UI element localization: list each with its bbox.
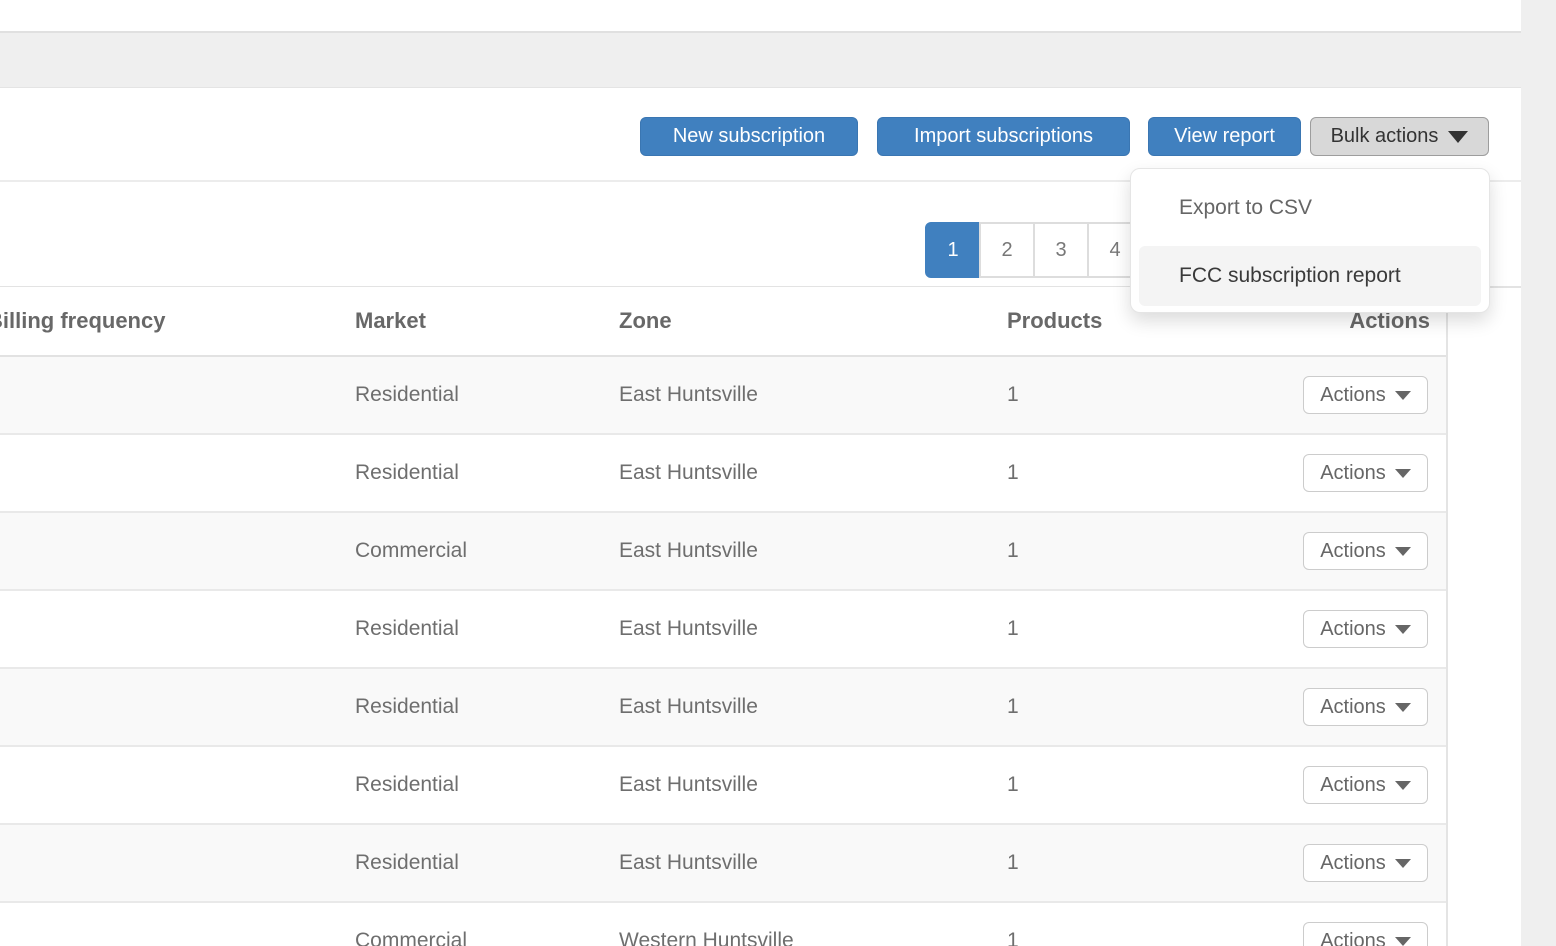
cell-products: 1: [1007, 747, 1019, 823]
column-header-billing-frequency: Billing frequency: [0, 287, 165, 355]
cell-products: 1: [1007, 513, 1019, 589]
cell-market: Residential: [355, 591, 459, 667]
cell-market: Residential: [355, 357, 459, 433]
menu-item-fcc-subscription-report[interactable]: FCC subscription report: [1139, 246, 1481, 306]
row-actions-button[interactable]: Actions: [1303, 688, 1428, 726]
cell-market: Residential: [355, 747, 459, 823]
cell-zone: Western Huntsville: [619, 903, 794, 946]
bulk-actions-label: Bulk actions: [1331, 125, 1439, 148]
cell-products: 1: [1007, 435, 1019, 511]
row-actions-label: Actions: [1320, 540, 1386, 563]
top-bar: [0, 0, 1521, 33]
bulk-actions-dropdown: Export to CSV FCC subscription report: [1130, 168, 1490, 313]
cell-zone: East Huntsville: [619, 357, 758, 433]
row-actions-button[interactable]: Actions: [1303, 922, 1428, 946]
subscriptions-table: Billing frequency Market Zone Products A…: [0, 287, 1448, 946]
bulk-actions-button[interactable]: Bulk actions: [1310, 117, 1489, 156]
row-actions-button[interactable]: Actions: [1303, 376, 1428, 414]
cell-zone: East Huntsville: [619, 747, 758, 823]
table-row: Residential East Huntsville 1 Actions: [0, 435, 1446, 513]
row-actions-label: Actions: [1320, 696, 1386, 719]
screen: New subscription Import subscriptions Vi…: [0, 0, 1556, 946]
row-actions-button[interactable]: Actions: [1303, 766, 1428, 804]
cell-products: 1: [1007, 669, 1019, 745]
import-subscriptions-button[interactable]: Import subscriptions: [877, 117, 1130, 156]
cell-products: 1: [1007, 903, 1019, 946]
cell-zone: East Huntsville: [619, 513, 758, 589]
cell-market: Commercial: [355, 903, 467, 946]
table-row: Residential East Huntsville 1 Actions: [0, 825, 1446, 903]
table-row: Commercial East Huntsville 1 Actions: [0, 513, 1446, 591]
row-actions-button[interactable]: Actions: [1303, 610, 1428, 648]
row-actions-label: Actions: [1320, 384, 1386, 407]
caret-down-icon: [1395, 625, 1411, 634]
pagination-page-1[interactable]: 1: [925, 222, 981, 278]
cell-products: 1: [1007, 357, 1019, 433]
column-header-products: Products: [1007, 287, 1102, 355]
table-row: Residential East Huntsville 1 Actions: [0, 747, 1446, 825]
table-row: Residential East Huntsville 1 Actions: [0, 669, 1446, 747]
table-row: Residential East Huntsville 1 Actions: [0, 591, 1446, 669]
row-actions-button[interactable]: Actions: [1303, 454, 1428, 492]
row-actions-button[interactable]: Actions: [1303, 844, 1428, 882]
cell-zone: East Huntsville: [619, 669, 758, 745]
caret-down-icon: [1395, 781, 1411, 790]
cell-products: 1: [1007, 825, 1019, 901]
caret-down-icon: [1395, 547, 1411, 556]
menu-item-export-to-csv[interactable]: Export to CSV: [1139, 178, 1481, 238]
cell-zone: East Huntsville: [619, 435, 758, 511]
caret-down-icon: [1395, 859, 1411, 868]
pagination-page-3[interactable]: 3: [1033, 222, 1089, 278]
table-body: ResidentialEast Huntsville1ActionsReside…: [0, 357, 1446, 946]
row-actions-button[interactable]: Actions: [1303, 532, 1428, 570]
row-actions-label: Actions: [1320, 618, 1386, 641]
column-header-market: Market: [355, 287, 426, 355]
row-actions-label: Actions: [1320, 852, 1386, 875]
pagination: 1234: [925, 222, 1143, 278]
caret-down-icon: [1395, 469, 1411, 478]
cell-zone: East Huntsville: [619, 591, 758, 667]
cell-market: Commercial: [355, 513, 467, 589]
caret-down-icon: [1448, 131, 1468, 143]
view-report-button[interactable]: View report: [1148, 117, 1301, 156]
table-row: Commercial Western Huntsville 1 Actions: [0, 903, 1446, 946]
pagination-page-2[interactable]: 2: [979, 222, 1035, 278]
cell-market: Residential: [355, 825, 459, 901]
row-actions-label: Actions: [1320, 462, 1386, 485]
caret-down-icon: [1395, 703, 1411, 712]
cell-zone: East Huntsville: [619, 825, 758, 901]
caret-down-icon: [1395, 937, 1411, 946]
new-subscription-button[interactable]: New subscription: [640, 117, 858, 156]
row-actions-label: Actions: [1320, 930, 1386, 946]
caret-down-icon: [1395, 391, 1411, 400]
cell-products: 1: [1007, 591, 1019, 667]
column-header-zone: Zone: [619, 287, 672, 355]
cell-market: Residential: [355, 669, 459, 745]
table-row: Residential East Huntsville 1 Actions: [0, 357, 1446, 435]
cell-market: Residential: [355, 435, 459, 511]
row-actions-label: Actions: [1320, 774, 1386, 797]
